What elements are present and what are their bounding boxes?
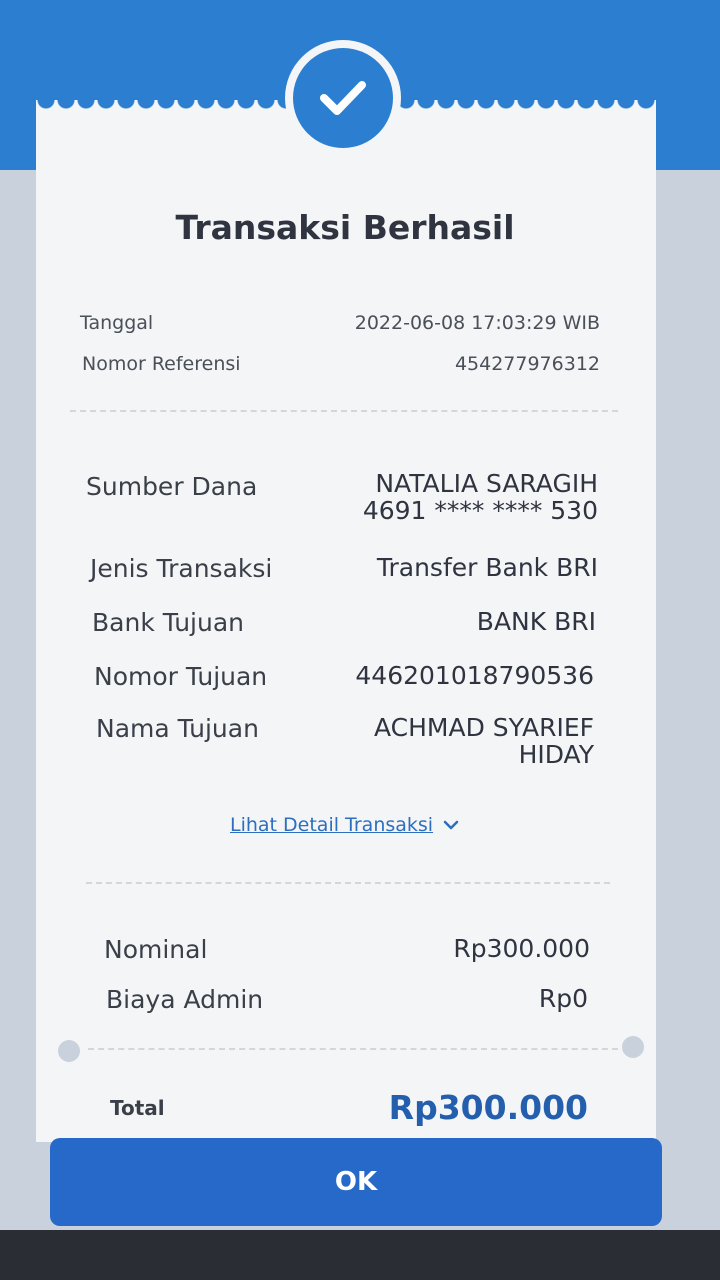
nominal-label: Nominal — [104, 935, 208, 964]
destination-name-row: Nama Tujuan ACHMAD SYARIEF HIDAY — [96, 714, 594, 768]
receipt-notch-left — [58, 1040, 80, 1062]
reference-value: 454277976312 — [454, 353, 600, 375]
source-account: 4691 **** **** 530 — [362, 496, 598, 525]
source-row: Sumber Dana NATALIA SARAGIH 4691 **** **… — [86, 470, 598, 524]
date-label: Tanggal — [80, 312, 154, 334]
transaction-type-row: Jenis Transaksi Transfer Bank BRI — [90, 554, 598, 583]
chevron-down-icon — [443, 814, 459, 836]
destination-name-label: Nama Tujuan — [96, 714, 259, 743]
nominal-row: Nominal Rp300.000 — [104, 935, 590, 964]
view-details-label: Lihat Detail Transaksi — [230, 814, 434, 836]
reference-row: Nomor Referensi 454277976312 — [82, 353, 600, 375]
source-name: NATALIA SARAGIH — [375, 469, 598, 498]
admin-fee-row: Biaya Admin Rp0 — [106, 985, 588, 1014]
page-title: Transaksi Berhasil — [175, 208, 515, 247]
date-row: Tanggal 2022-06-08 17:03:29 WIB — [80, 312, 600, 334]
destination-number-value: 446201018790536 — [355, 661, 594, 690]
date-value: 2022-06-08 17:03:29 WIB — [354, 312, 600, 334]
destination-bank-label: Bank Tujuan — [92, 608, 245, 637]
destination-bank-value: BANK BRI — [476, 607, 596, 636]
nominal-value: Rp300.000 — [453, 934, 590, 963]
check-icon — [293, 48, 393, 148]
success-badge — [285, 40, 401, 156]
source-label: Sumber Dana — [86, 472, 258, 501]
total-row: Total Rp300.000 — [110, 1088, 588, 1127]
source-value: NATALIA SARAGIH 4691 **** **** 530 — [363, 470, 598, 524]
transaction-type-label: Jenis Transaksi — [90, 554, 273, 583]
destination-name-line1: ACHMAD SYARIEF — [373, 713, 594, 742]
reference-label: Nomor Referensi — [82, 353, 241, 375]
divider — [70, 410, 618, 412]
ok-button[interactable]: OK — [50, 1138, 662, 1226]
destination-name-line2: HIDAY — [518, 740, 594, 769]
total-label: Total — [110, 1095, 165, 1120]
destination-bank-row: Bank Tujuan BANK BRI — [92, 608, 596, 637]
bottom-edge — [0, 1230, 720, 1280]
divider — [86, 882, 610, 884]
admin-fee-value: Rp0 — [538, 984, 588, 1013]
view-details-link[interactable]: Lihat Detail Transaksi — [230, 814, 459, 836]
destination-name-value: ACHMAD SYARIEF HIDAY — [374, 714, 594, 768]
total-value: Rp300.000 — [388, 1088, 588, 1127]
divider — [88, 1048, 618, 1050]
admin-fee-label: Biaya Admin — [106, 985, 264, 1014]
destination-number-label: Nomor Tujuan — [94, 662, 268, 691]
transaction-type-value: Transfer Bank BRI — [376, 553, 598, 582]
destination-number-row: Nomor Tujuan 446201018790536 — [94, 662, 594, 691]
receipt-notch-right — [622, 1036, 644, 1058]
